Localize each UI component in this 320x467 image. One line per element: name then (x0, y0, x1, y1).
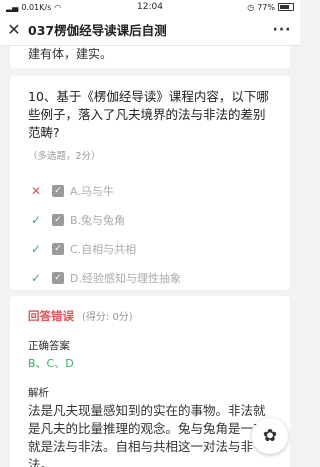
option-c[interactable]: ✓ ✓ C.自相与共相 (28, 234, 276, 263)
question-type: （多选题，2分） (28, 151, 101, 162)
nav-bar: ✕ 037楞伽经导读课后自测 ··· (0, 14, 300, 46)
option-label: B.兔与兔角 (70, 213, 126, 227)
close-icon[interactable]: ✕ (0, 14, 28, 46)
option-label: A.马与牛 (70, 184, 114, 198)
option-a[interactable]: ✕ ✓ A.马与牛 (28, 176, 276, 205)
question-text: 10、基于《楞伽经导读》课程内容，以下哪些例子，落入了凡夫境界的法与非法的差别范… (28, 89, 269, 140)
option-label: C.自相与共相 (70, 242, 137, 256)
wrong-mark-icon: ✕ (30, 183, 42, 198)
option-b[interactable]: ✓ ✓ B.兔与兔角 (28, 205, 276, 234)
right-mark-icon: ✓ (30, 241, 42, 256)
checkbox-checked-icon: ✓ (52, 184, 64, 197)
option-label: D.经验感知与理性抽象 (70, 271, 181, 285)
correct-answer-label: 正确答案 (28, 340, 70, 352)
analysis-label: 解析 (28, 387, 49, 399)
correct-answer-value: B、C、D (28, 357, 74, 370)
answer-card: 回答错误 (得分: 0分) 正确答案 B、C、D 解析 法是凡夫现量感知到的实在… (10, 296, 290, 467)
battery-icon (278, 3, 294, 11)
option-d[interactable]: ✓ ✓ D.经验感知与理性抽象 (28, 263, 276, 292)
checkbox-checked-icon: ✓ (52, 213, 64, 226)
status-bar: ▂▄ 0.01K/s ◠ 12:04 ◷ 77% (0, 0, 300, 14)
previous-question-tail: 建有体，建实。 (28, 47, 113, 61)
question-card: 10、基于《楞伽经导读》课程内容，以下哪些例子，落入了凡夫境界的法与非法的差别范… (10, 76, 290, 290)
right-mark-icon: ✓ (30, 212, 42, 227)
result-status: 回答错误 (28, 309, 74, 323)
previous-question-card: 建有体，建实。 (10, 46, 290, 68)
score-text: (得分: 0分) (82, 312, 133, 323)
result-row: 回答错误 (得分: 0分) (28, 308, 276, 324)
checkbox-checked-icon: ✓ (52, 242, 64, 255)
option-list: ✕ ✓ A.马与牛 ✓ ✓ B.兔与兔角 ✓ ✓ C.自相与共相 ✓ ✓ D.经… (28, 176, 276, 292)
flower-menu-icon[interactable]: ✿ (252, 418, 288, 454)
right-mark-icon: ✓ (30, 270, 42, 285)
page-title: 037楞伽经导读课后自测 (28, 23, 167, 38)
more-menu-button[interactable]: ··· (264, 22, 300, 38)
analysis-text: 法是凡夫现量感知到的实在的事物。非法就是凡夫的比量推理的观念。兔与兔角是一对就是… (28, 403, 266, 467)
status-time: 12:04 (137, 2, 163, 12)
quiz-content[interactable]: 建有体，建实。 10、基于《楞伽经导读》课程内容，以下哪些例子，落入了凡夫境界的… (0, 46, 300, 467)
checkbox-checked-icon: ✓ (52, 271, 64, 284)
